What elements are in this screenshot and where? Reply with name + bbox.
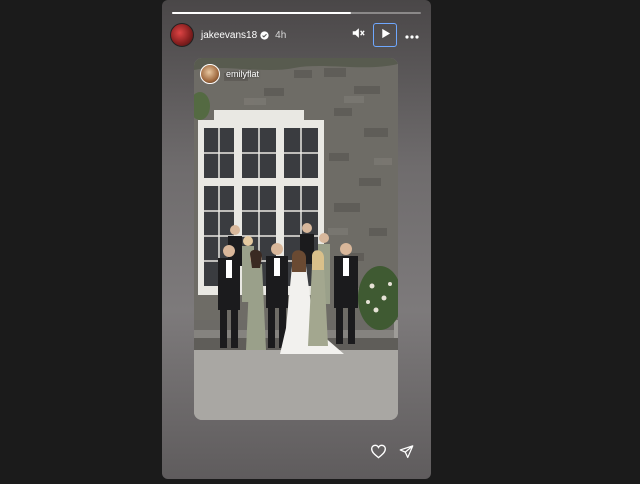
story-media[interactable]: emilyflat [194,58,398,420]
share-button[interactable] [395,443,417,465]
embedded-username[interactable]: emilyflat [226,69,259,79]
wedding-photo [194,58,398,420]
like-button[interactable] [367,443,389,465]
story-progress-bar [172,12,421,14]
author-avatar[interactable] [170,23,194,47]
more-options-button[interactable] [401,24,423,46]
play-button[interactable] [373,23,397,47]
author-username[interactable]: jakeevans18 [201,30,257,41]
embedded-avatar[interactable] [200,64,220,84]
story-progress-fill [172,12,352,14]
story-viewer: jakeevans18 4h emilyflat [162,0,431,479]
mute-button[interactable] [347,24,369,46]
post-time: 4h [275,29,287,41]
more-options-icon [405,26,419,44]
verified-badge-icon [260,30,269,40]
play-icon [380,26,391,44]
embedded-story-header: emilyflat [200,64,259,84]
speaker-muted-icon [351,26,365,45]
send-icon [399,444,414,464]
story-header: jakeevans18 4h [170,22,423,48]
heart-icon [370,444,387,464]
